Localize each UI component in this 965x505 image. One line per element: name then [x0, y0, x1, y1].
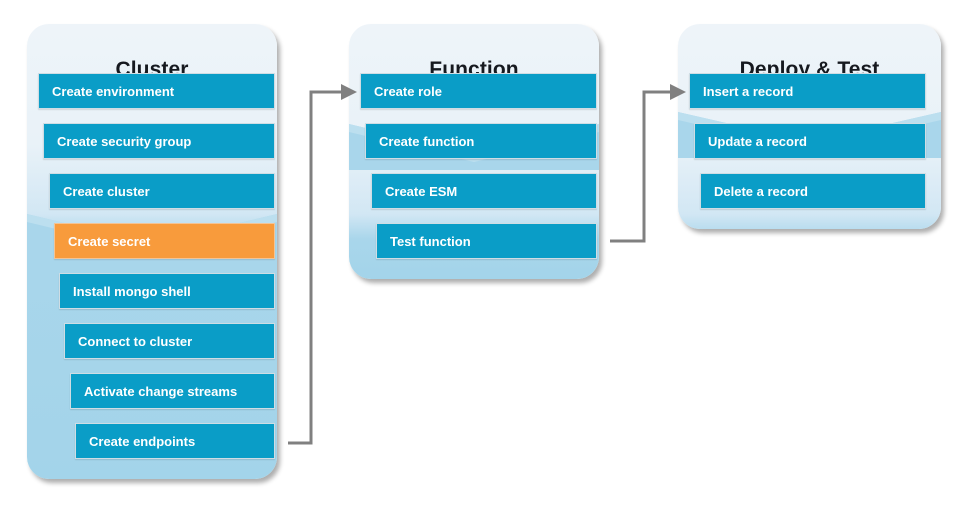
step-create-security-group[interactable]: Create security group	[43, 123, 275, 159]
step-create-esm[interactable]: Create ESM	[371, 173, 597, 209]
step-test-function[interactable]: Test function	[376, 223, 597, 259]
step-activate-change-streams[interactable]: Activate change streams	[70, 373, 275, 409]
step-create-endpoints[interactable]: Create endpoints	[75, 423, 275, 459]
step-create-environment[interactable]: Create environment	[38, 73, 275, 109]
step-delete-a-record[interactable]: Delete a record	[700, 173, 926, 209]
step-update-a-record[interactable]: Update a record	[694, 123, 926, 159]
step-connect-to-cluster[interactable]: Connect to cluster	[64, 323, 275, 359]
step-install-mongo-shell[interactable]: Install mongo shell	[59, 273, 275, 309]
step-create-role[interactable]: Create role	[360, 73, 597, 109]
workflow-diagram: Cluster Function Deploy & Test Create en…	[0, 0, 965, 505]
connector-cluster-to-function	[288, 84, 357, 445]
step-create-cluster[interactable]: Create cluster	[49, 173, 275, 209]
step-insert-a-record[interactable]: Insert a record	[689, 73, 926, 109]
step-create-function[interactable]: Create function	[365, 123, 597, 159]
step-create-secret[interactable]: Create secret	[54, 223, 275, 259]
connector-function-to-deploy-test	[610, 84, 686, 243]
